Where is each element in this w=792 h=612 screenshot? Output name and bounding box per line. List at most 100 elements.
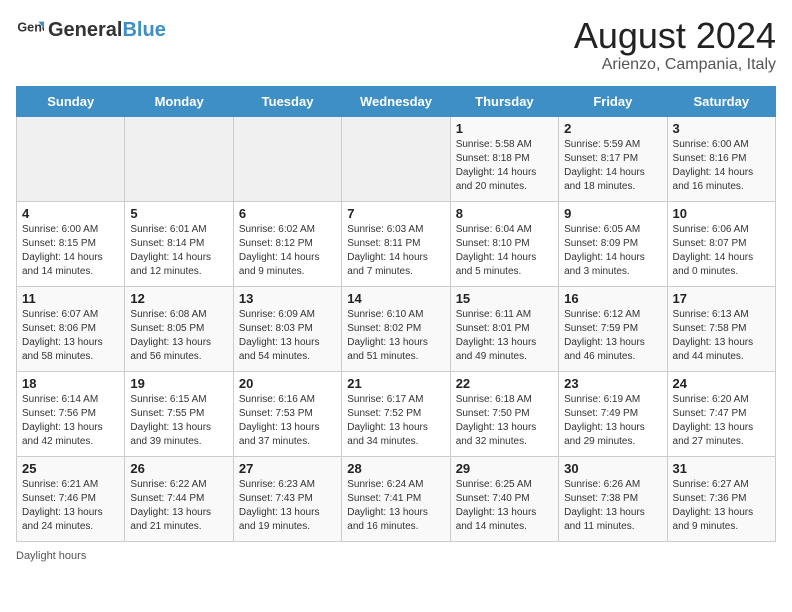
calendar-cell: 6 Sunrise: 6:02 AM Sunset: 8:12 PM Daylig… — [233, 201, 341, 286]
day-info: Sunrise: 6:25 AM Sunset: 7:40 PM Dayligh… — [456, 478, 553, 534]
day-info: Sunrise: 6:24 AM Sunset: 7:41 PM Dayligh… — [347, 478, 444, 534]
day-info: Sunrise: 6:09 AM Sunset: 8:03 PM Dayligh… — [239, 308, 336, 364]
calendar-week-5: 25Sunrise: 6:21 AM Sunset: 7:46 PM Dayli… — [17, 456, 776, 541]
calendar-cell — [17, 116, 125, 201]
day-info: Sunrise: 6:13 AM Sunset: 7:58 PM Dayligh… — [673, 308, 770, 364]
calendar-cell: 11Sunrise: 6:07 AM Sunset: 8:06 PM Dayli… — [17, 286, 125, 371]
day-number: 31 — [673, 461, 770, 476]
calendar-week-1: 1Sunrise: 5:58 AM Sunset: 8:18 PM Daylig… — [17, 116, 776, 201]
day-number: 15 — [456, 291, 553, 306]
day-info: Sunrise: 5:59 AM Sunset: 8:17 PM Dayligh… — [564, 138, 661, 194]
calendar-cell: 31 Sunrise: 6:27 AM Sunset: 7:36 PM Dayli… — [667, 456, 775, 541]
calendar-cell: 9 Sunrise: 6:05 AM Sunset: 8:09 PM Daylig… — [559, 201, 667, 286]
weekday-header-wednesday: Wednesday — [342, 86, 450, 116]
calendar-cell: 15 Sunrise: 6:11 AM Sunset: 8:01 PM Dayli… — [450, 286, 558, 371]
calendar-week-3: 11Sunrise: 6:07 AM Sunset: 8:06 PM Dayli… — [17, 286, 776, 371]
day-number: 24 — [673, 376, 770, 391]
day-number: 1 — [456, 121, 553, 136]
month-title: August 2024 — [574, 16, 776, 56]
day-number: 6 — [239, 206, 336, 221]
calendar-cell — [233, 116, 341, 201]
day-number: 23 — [564, 376, 661, 391]
day-info: Sunrise: 6:16 AM Sunset: 7:53 PM Dayligh… — [239, 393, 336, 449]
footer: Daylight hours — [16, 550, 776, 562]
day-number: 28 — [347, 461, 444, 476]
calendar-cell: 7Sunrise: 6:03 AM Sunset: 8:11 PM Daylig… — [342, 201, 450, 286]
day-info: Sunrise: 6:19 AM Sunset: 7:49 PM Dayligh… — [564, 393, 661, 449]
day-info: Sunrise: 6:27 AM Sunset: 7:36 PM Dayligh… — [673, 478, 770, 534]
calendar-cell: 21Sunrise: 6:17 AM Sunset: 7:52 PM Dayli… — [342, 371, 450, 456]
calendar-cell: 29 Sunrise: 6:25 AM Sunset: 7:40 PM Dayli… — [450, 456, 558, 541]
day-number: 26 — [130, 461, 227, 476]
weekday-header-tuesday: Tuesday — [233, 86, 341, 116]
calendar-cell: 20 Sunrise: 6:16 AM Sunset: 7:53 PM Dayli… — [233, 371, 341, 456]
day-info: Sunrise: 6:11 AM Sunset: 8:01 PM Dayligh… — [456, 308, 553, 364]
day-number: 10 — [673, 206, 770, 221]
day-info: Sunrise: 6:14 AM Sunset: 7:56 PM Dayligh… — [22, 393, 119, 449]
day-number: 14 — [347, 291, 444, 306]
day-info: Sunrise: 6:10 AM Sunset: 8:02 PM Dayligh… — [347, 308, 444, 364]
day-number: 20 — [239, 376, 336, 391]
title-block: August 2024 Arienzo, Campania, Italy — [574, 16, 776, 74]
day-number: 21 — [347, 376, 444, 391]
page-header: General GeneralBlue August 2024 Arienzo,… — [16, 16, 776, 74]
daylight-label: Daylight hours — [16, 550, 86, 562]
logo: General GeneralBlue — [16, 16, 166, 44]
day-number: 2 — [564, 121, 661, 136]
calendar-cell: 18 Sunrise: 6:14 AM Sunset: 7:56 PM Dayli… — [17, 371, 125, 456]
calendar-cell: 19Sunrise: 6:15 AM Sunset: 7:55 PM Dayli… — [125, 371, 233, 456]
day-info: Sunrise: 6:06 AM Sunset: 8:07 PM Dayligh… — [673, 223, 770, 279]
weekday-header-sunday: Sunday — [17, 86, 125, 116]
day-number: 9 — [564, 206, 661, 221]
day-number: 4 — [22, 206, 119, 221]
calendar-cell: 2 Sunrise: 5:59 AM Sunset: 8:17 PM Daylig… — [559, 116, 667, 201]
logo-general-text: General — [48, 19, 122, 41]
weekday-header-friday: Friday — [559, 86, 667, 116]
calendar-cell: 16Sunrise: 6:12 AM Sunset: 7:59 PM Dayli… — [559, 286, 667, 371]
calendar-table: SundayMondayTuesdayWednesdayThursdayFrid… — [16, 86, 776, 542]
day-number: 29 — [456, 461, 553, 476]
calendar-cell: 28 Sunrise: 6:24 AM Sunset: 7:41 PM Dayli… — [342, 456, 450, 541]
calendar-cell: 24Sunrise: 6:20 AM Sunset: 7:47 PM Dayli… — [667, 371, 775, 456]
calendar-cell — [125, 116, 233, 201]
day-number: 8 — [456, 206, 553, 221]
day-number: 22 — [456, 376, 553, 391]
logo-blue-text: Blue — [122, 19, 165, 41]
day-info: Sunrise: 6:07 AM Sunset: 8:06 PM Dayligh… — [22, 308, 119, 364]
day-number: 30 — [564, 461, 661, 476]
calendar-cell: 26 Sunrise: 6:22 AM Sunset: 7:44 PM Dayli… — [125, 456, 233, 541]
day-info: Sunrise: 6:01 AM Sunset: 8:14 PM Dayligh… — [130, 223, 227, 279]
day-info: Sunrise: 6:00 AM Sunset: 8:15 PM Dayligh… — [22, 223, 119, 279]
location-title: Arienzo, Campania, Italy — [574, 56, 776, 74]
day-info: Sunrise: 6:23 AM Sunset: 7:43 PM Dayligh… — [239, 478, 336, 534]
calendar-cell: 17Sunrise: 6:13 AM Sunset: 7:58 PM Dayli… — [667, 286, 775, 371]
day-info: Sunrise: 6:05 AM Sunset: 8:09 PM Dayligh… — [564, 223, 661, 279]
day-number: 18 — [22, 376, 119, 391]
day-info: Sunrise: 6:04 AM Sunset: 8:10 PM Dayligh… — [456, 223, 553, 279]
logo-icon: General — [16, 16, 44, 44]
calendar-cell: 22 Sunrise: 6:18 AM Sunset: 7:50 PM Dayli… — [450, 371, 558, 456]
calendar-cell: 25Sunrise: 6:21 AM Sunset: 7:46 PM Dayli… — [17, 456, 125, 541]
calendar-week-4: 18 Sunrise: 6:14 AM Sunset: 7:56 PM Dayli… — [17, 371, 776, 456]
day-number: 5 — [130, 206, 227, 221]
day-info: Sunrise: 6:02 AM Sunset: 8:12 PM Dayligh… — [239, 223, 336, 279]
calendar-cell: 1Sunrise: 5:58 AM Sunset: 8:18 PM Daylig… — [450, 116, 558, 201]
calendar-cell: 14 Sunrise: 6:10 AM Sunset: 8:02 PM Dayli… — [342, 286, 450, 371]
day-info: Sunrise: 6:00 AM Sunset: 8:16 PM Dayligh… — [673, 138, 770, 194]
day-info: Sunrise: 6:08 AM Sunset: 8:05 PM Dayligh… — [130, 308, 227, 364]
calendar-cell: 27Sunrise: 6:23 AM Sunset: 7:43 PM Dayli… — [233, 456, 341, 541]
weekday-header-saturday: Saturday — [667, 86, 775, 116]
day-number: 16 — [564, 291, 661, 306]
calendar-cell: 4 Sunrise: 6:00 AM Sunset: 8:15 PM Daylig… — [17, 201, 125, 286]
day-info: Sunrise: 6:22 AM Sunset: 7:44 PM Dayligh… — [130, 478, 227, 534]
calendar-cell: 10 Sunrise: 6:06 AM Sunset: 8:07 PM Dayli… — [667, 201, 775, 286]
calendar-cell: 8 Sunrise: 6:04 AM Sunset: 8:10 PM Daylig… — [450, 201, 558, 286]
calendar-cell: 3Sunrise: 6:00 AM Sunset: 8:16 PM Daylig… — [667, 116, 775, 201]
day-info: Sunrise: 6:18 AM Sunset: 7:50 PM Dayligh… — [456, 393, 553, 449]
calendar-week-2: 4 Sunrise: 6:00 AM Sunset: 8:15 PM Daylig… — [17, 201, 776, 286]
calendar-cell: 12Sunrise: 6:08 AM Sunset: 8:05 PM Dayli… — [125, 286, 233, 371]
day-number: 19 — [130, 376, 227, 391]
day-number: 7 — [347, 206, 444, 221]
calendar-cell: 5 Sunrise: 6:01 AM Sunset: 8:14 PM Daylig… — [125, 201, 233, 286]
weekday-header-monday: Monday — [125, 86, 233, 116]
